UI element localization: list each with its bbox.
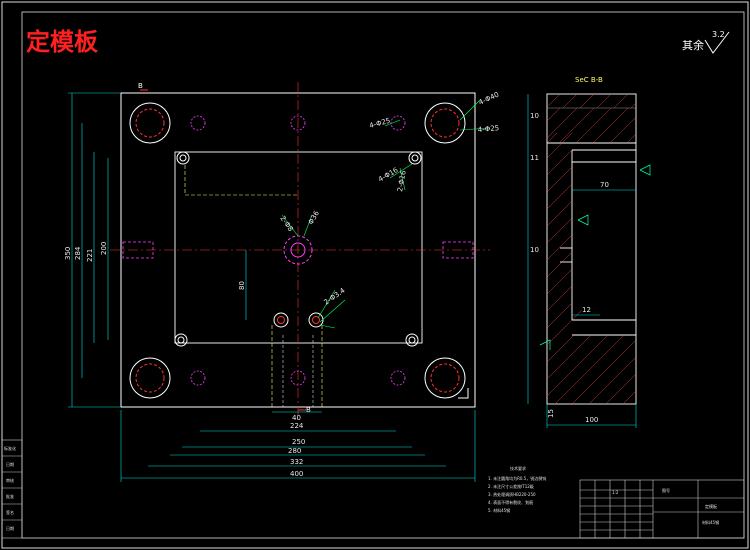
section-view	[546, 93, 637, 405]
label-hole-4-25a: 4-Φ25	[477, 124, 499, 134]
dim-bottom-332: 332	[290, 458, 303, 466]
side-table	[1, 439, 23, 539]
dim-bottom-224: 224	[290, 422, 304, 430]
side-table-cell-0: 标准化	[4, 445, 16, 451]
side-table-cell-2: 审核	[6, 477, 14, 483]
section-dim-15: 15	[547, 409, 555, 418]
dim-bottom-40: 40	[292, 414, 301, 422]
note-line-5: 5. 材料45钢	[488, 507, 510, 513]
drawing-title: 定模板	[26, 28, 99, 56]
label-hole-4-16: 4-Φ16	[377, 166, 400, 184]
pin-hole-3	[174, 333, 188, 347]
note-line-1: 1. 未注圆角均为R0.5，锐边倒钝	[488, 475, 546, 481]
pin-hole-2	[408, 151, 422, 165]
section-dim-10b: 10	[530, 246, 539, 254]
label-hole-2-3-4: 2-Φ3.4	[323, 286, 347, 306]
pin-hole-4	[405, 333, 419, 347]
side-table-cell-1: 日期	[6, 461, 14, 467]
dim-bottom-280: 280	[288, 447, 301, 455]
notes-heading: 技术要求	[510, 465, 526, 471]
guide-hole-bl	[129, 357, 171, 399]
roughness-value: 3.2	[712, 30, 725, 39]
label-hole-36: Φ36	[307, 209, 321, 226]
section-roughness	[539, 164, 651, 350]
title-material: 材料45钢	[702, 519, 719, 525]
label-hole-4-25b: 4-Φ25	[368, 117, 391, 130]
hidden-channel	[184, 165, 298, 196]
dim-left-221: 221	[86, 249, 94, 262]
guide-hole-tl	[129, 102, 171, 144]
note-line-2: 2. 未注尺寸公差按IT12级	[488, 483, 534, 489]
pin-hole-1	[176, 151, 190, 165]
title-drawing-no: 图号	[662, 487, 670, 493]
section-hatch	[546, 93, 637, 405]
side-table-cell-3: 批准	[6, 493, 14, 499]
note-line-3: 3. 热处理调质HB220-250	[488, 491, 536, 497]
section-dim-12: 12	[582, 306, 591, 314]
side-table-cell-4: 签名	[6, 509, 14, 515]
dim-left-284: 284	[74, 246, 82, 260]
title-scale: 1:2	[612, 490, 619, 495]
section-dim-lines	[527, 94, 637, 428]
dim-inner-80: 80	[238, 281, 246, 290]
guide-hole-tr	[424, 102, 466, 144]
svg-text:B: B	[306, 406, 311, 414]
dim-bottom-400: 400	[290, 470, 303, 478]
section-title: SeC B-B	[575, 76, 603, 84]
section-dim-70: 70	[600, 181, 609, 189]
ejector-hole-1	[273, 312, 289, 328]
dim-bottom-250: 250	[292, 438, 305, 446]
dim-left-200: 200	[100, 242, 108, 255]
svg-text:B: B	[138, 82, 143, 90]
section-dim-10a: 10	[530, 112, 539, 120]
note-line-4: 4. 表面不得有裂纹、划痕	[488, 499, 533, 505]
dim-left-350: 350	[64, 247, 72, 260]
corner-mark	[458, 388, 469, 399]
guide-hole-br	[424, 357, 466, 399]
cad-drawing: 定模板 其余 3.2 B B 40 224 250 280 332 400 35…	[1, 1, 749, 549]
section-dim-100: 100	[585, 416, 598, 424]
section-dim-11: 11	[530, 154, 539, 162]
label-hole-2-8: 2-Φ8	[278, 215, 294, 233]
roughness-prefix: 其余	[682, 38, 704, 52]
title-part-name: 定模板	[705, 503, 717, 509]
label-hole-4-40: 4-Φ40	[477, 91, 500, 107]
section-mark-top: B	[138, 82, 148, 91]
side-table-cell-5: 日期	[6, 525, 14, 531]
